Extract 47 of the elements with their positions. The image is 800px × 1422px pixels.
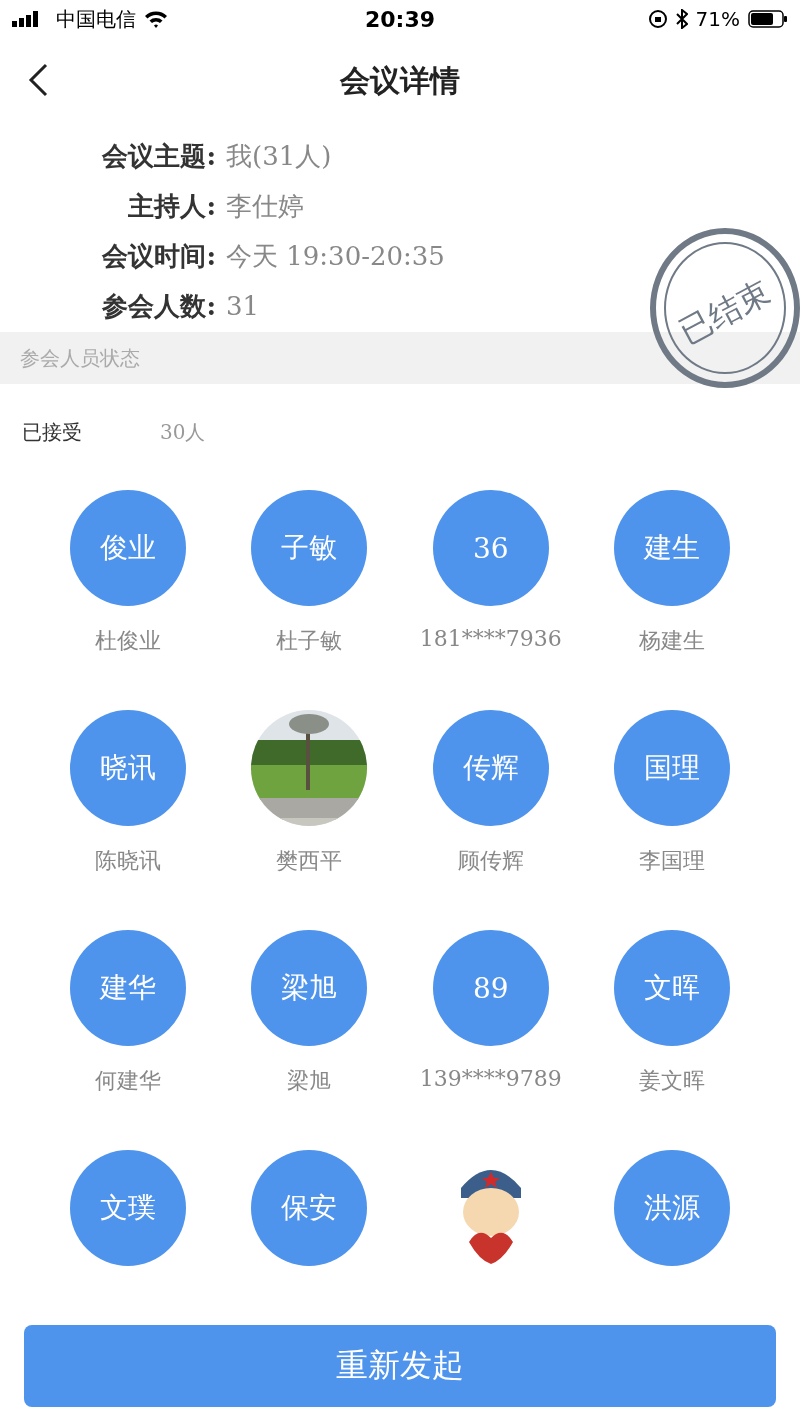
detail-label: 会议主题: [101, 139, 216, 173]
avatar[interactable]: 文晖 [614, 930, 731, 1046]
avatar[interactable]: 建华 [69, 930, 186, 1046]
participant-name: 姜文晖 [639, 1067, 706, 1095]
avatar[interactable]: 36 [432, 490, 549, 606]
avatar[interactable]: 洪源 [614, 1150, 731, 1266]
avatar[interactable]: 文璞 [69, 1150, 186, 1266]
participant-name: 顾传辉 [457, 847, 524, 875]
participant-name: 杜子敏 [276, 627, 343, 655]
avatar[interactable]: 89 [432, 930, 549, 1046]
wifi-icon [144, 10, 168, 28]
detail-value: 李仕婷 [225, 189, 304, 223]
avatar[interactable]: 晓讯 [69, 710, 186, 826]
carrier-name: 中国电信 [56, 5, 136, 33]
avatar[interactable]: 梁旭 [251, 930, 368, 1046]
detail-value: 今天 19:30-20:35 [225, 239, 445, 273]
ended-stamp: 已结束 [650, 228, 800, 388]
detail-value: 我(31人) [225, 139, 332, 173]
participant-name: 李国理 [639, 847, 706, 875]
battery-percent: 71% [695, 7, 740, 31]
avatar[interactable]: 国理 [614, 710, 731, 826]
bluetooth-icon [675, 9, 688, 29]
clock-time: 20:39 [365, 6, 435, 32]
avatar[interactable]: 俊业 [69, 490, 186, 606]
restart-button[interactable]: 重新发起 [24, 1325, 776, 1407]
detail-label: 参会人数: [101, 289, 216, 323]
detail-value: 31 [225, 291, 260, 321]
avatar[interactable]: 建生 [614, 490, 731, 606]
participant-name: 何建华 [94, 1067, 161, 1095]
participant-name: 139****9789 [419, 1066, 562, 1093]
participant-name: 陈晓讯 [94, 847, 161, 875]
avatar[interactable]: 子敏 [251, 490, 368, 606]
participant-name: 樊西平 [276, 847, 343, 875]
participant-name: 梁旭 [287, 1067, 332, 1095]
participant-name: 杜俊业 [94, 627, 161, 655]
detail-label: 会议时间: [101, 239, 216, 273]
avatar[interactable]: 传辉 [432, 710, 549, 826]
participant-name: 杨建生 [639, 627, 706, 655]
page-title: 会议详情 [340, 61, 460, 100]
participant-name: 181****7936 [419, 626, 562, 653]
section-title: 参会人员状态 [20, 344, 140, 372]
battery-icon [748, 10, 788, 28]
status-count: 30人 [160, 418, 206, 446]
detail-label: 主持人: [127, 189, 216, 223]
status-label: 已接受 [22, 418, 83, 446]
lock-rotation-icon [647, 9, 668, 29]
avatar[interactable]: 保安 [251, 1150, 368, 1266]
